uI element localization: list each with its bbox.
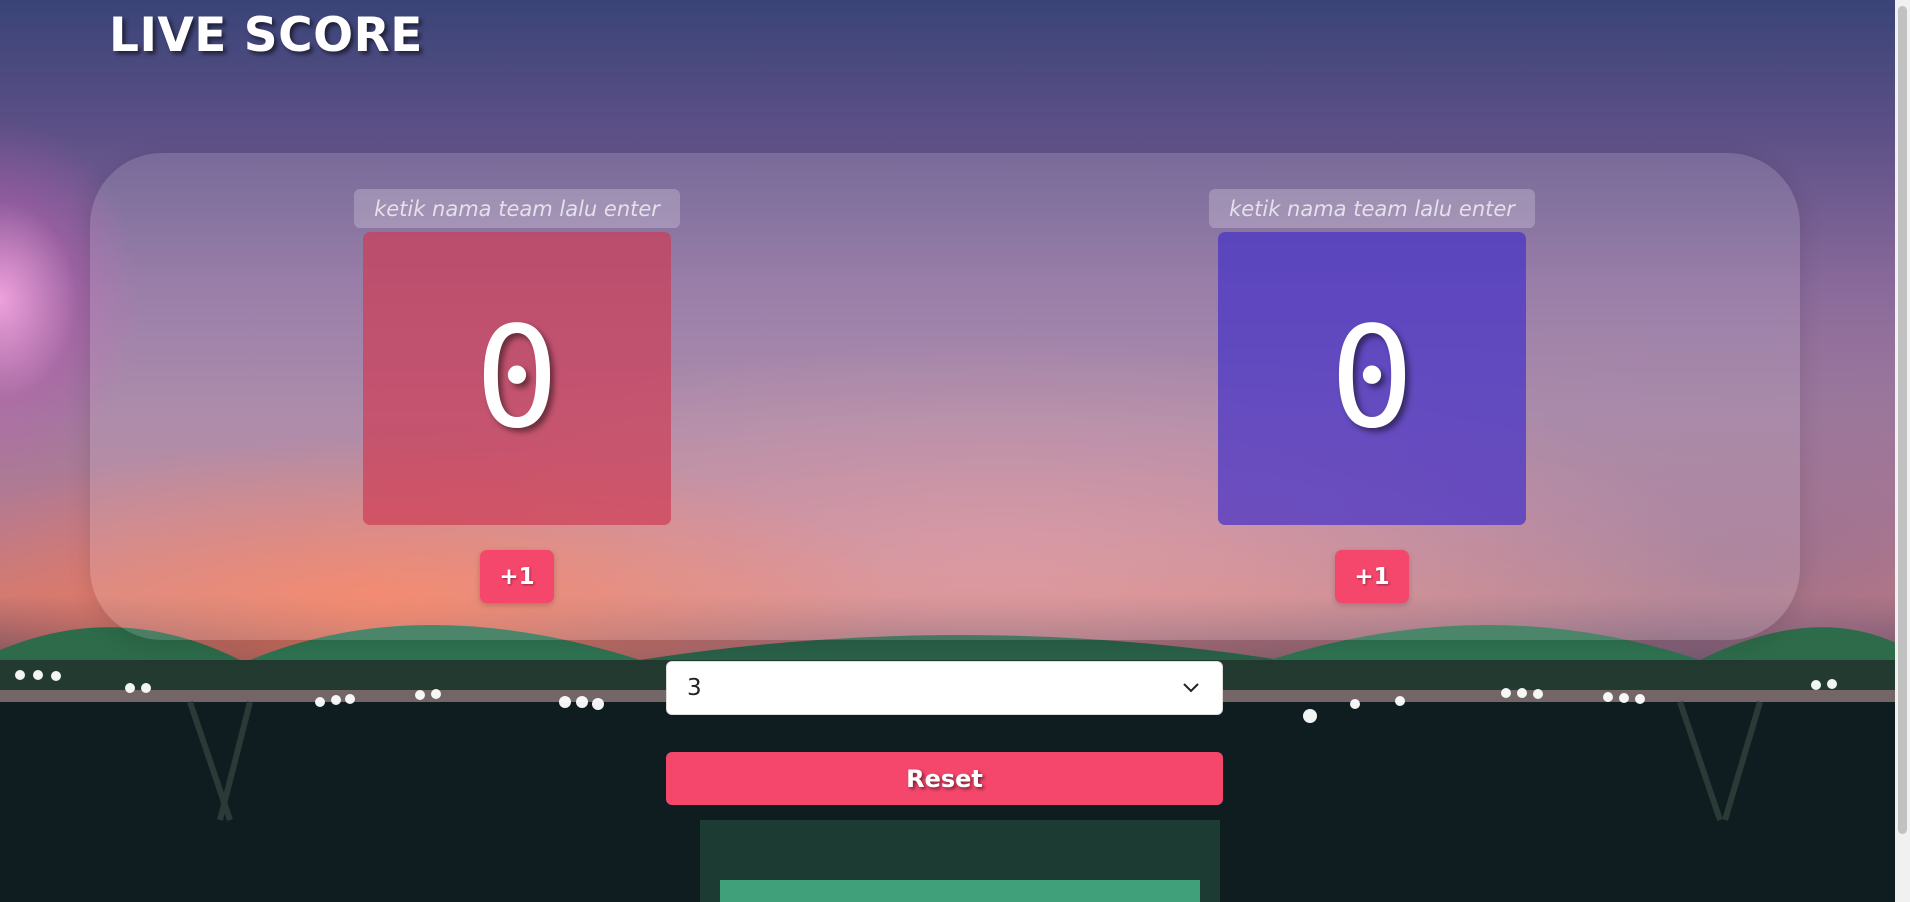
team-left: 0 +1	[354, 189, 680, 609]
team-right-score-box: 0	[1218, 232, 1526, 525]
page-title: LIVE SCORE	[109, 8, 423, 63]
vertical-scrollbar[interactable]	[1895, 0, 1910, 902]
reset-button[interactable]: Reset	[666, 752, 1223, 805]
team-right: 0 +1	[1209, 189, 1535, 609]
scrollbar-thumb[interactable]	[1898, 6, 1907, 834]
scoreboard-panel: 0 +1 0 +1	[90, 153, 1800, 640]
team-right-add-point-button[interactable]: +1	[1335, 550, 1409, 603]
team-right-name-input[interactable]	[1209, 189, 1535, 228]
target-score-select[interactable]: 3	[666, 661, 1223, 715]
team-left-score: 0	[474, 296, 560, 460]
team-left-add-point-button[interactable]: +1	[480, 550, 554, 603]
team-left-score-box: 0	[363, 232, 671, 525]
team-right-score: 0	[1329, 296, 1415, 460]
target-score-value: 3	[687, 675, 702, 701]
chevron-down-icon	[1180, 677, 1202, 699]
team-left-name-input[interactable]	[354, 189, 680, 228]
